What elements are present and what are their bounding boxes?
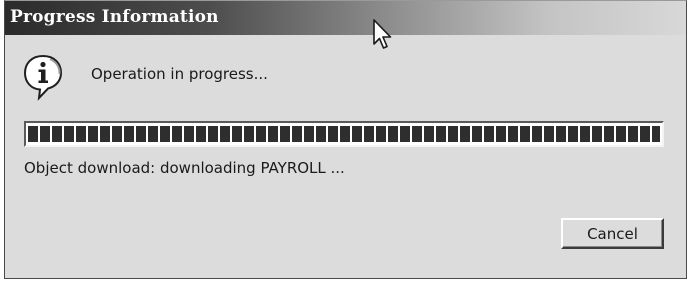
status-message: Object download: downloading PAYROLL ... [24,159,345,177]
mouse-pointer-icon [372,18,394,52]
title-bar[interactable]: Progress Information [5,1,686,35]
progress-bar-fill [28,126,660,142]
operation-message: Operation in progress... [91,65,268,83]
cancel-button[interactable]: Cancel [561,218,664,249]
info-icon [22,53,64,101]
dialog-title: Progress Information [10,7,219,27]
progress-bar [24,121,664,147]
progress-information-dialog: Progress Information Operation in progre… [4,0,687,279]
